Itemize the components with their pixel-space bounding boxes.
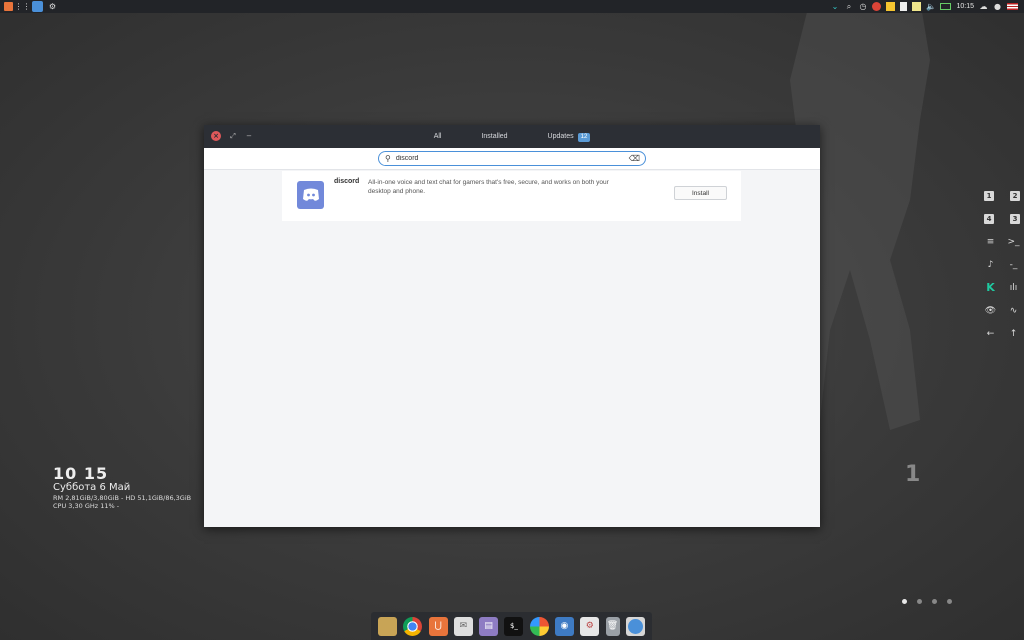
desktop-date: Суббота 6 Май	[53, 482, 131, 493]
workspace-4-icon[interactable]: 4	[984, 213, 994, 224]
tab-installed[interactable]: Installed	[461, 125, 527, 148]
top-panel: ⋮⋮ ⚙ ⌄ ⌕ ◷ 🔈 10:15 ☁ ●	[0, 0, 1024, 13]
clear-search-icon[interactable]: ⌫	[629, 154, 640, 163]
updates-badge: 12	[577, 133, 591, 142]
notes-icon[interactable]: ▤	[479, 616, 499, 636]
eye-icon[interactable]: 👁	[984, 304, 997, 317]
user-icon[interactable]: ●	[993, 2, 1002, 11]
desktop-clock: 10 15	[53, 464, 109, 483]
workspace-number: 1	[905, 462, 921, 487]
equalizer-icon[interactable]: ılı	[1007, 281, 1020, 294]
mail-icon[interactable]: ✉	[453, 616, 473, 636]
chrome-icon[interactable]	[403, 616, 423, 636]
workspace-dots	[902, 599, 952, 604]
arrow-left-icon[interactable]: ←	[984, 327, 997, 340]
terminal-icon[interactable]: >_	[1007, 235, 1020, 248]
workspace-dot[interactable]	[947, 599, 952, 604]
memory-stats: RM 2,81GiB/3,80GiB - HD 51,1GiB/86,3GiB	[53, 494, 192, 502]
note-icon[interactable]	[886, 2, 896, 11]
activity-icon[interactable]: ∿	[1007, 304, 1020, 317]
search-field[interactable]: ⚲ ⌫	[378, 151, 646, 166]
app-description: All-in-one voice and text chat for gamer…	[368, 179, 609, 195]
search-icon[interactable]: ⌕	[844, 2, 853, 11]
workspace-dot[interactable]	[902, 599, 907, 604]
paint-icon[interactable]	[912, 2, 922, 11]
history-icon[interactable]: ◷	[858, 2, 867, 11]
workspace-dot[interactable]	[917, 599, 922, 604]
tab-updates-label: Updates	[547, 133, 574, 140]
settings-toggle-icon[interactable]: ⚙	[580, 616, 600, 636]
top-clock[interactable]: 10:15	[956, 3, 974, 10]
workspace-2-icon[interactable]: 2	[1010, 190, 1020, 201]
terminal-icon[interactable]: $_	[504, 616, 524, 636]
browser-icon[interactable]	[32, 1, 43, 12]
workspace-dot[interactable]	[932, 599, 937, 604]
workspace-3-icon[interactable]: 3	[1010, 213, 1020, 224]
ubuntu-store-icon[interactable]: ⋃	[428, 616, 448, 636]
discord-app-icon	[297, 181, 324, 209]
install-button[interactable]: Install	[674, 186, 727, 200]
cloud-icon[interactable]: ☁	[979, 2, 988, 11]
menu-icon[interactable]: ≡	[984, 235, 997, 248]
browser-icon[interactable]	[625, 616, 645, 636]
search-input[interactable]	[395, 152, 616, 165]
console-icon[interactable]: -_	[1007, 258, 1020, 271]
us-flag-icon[interactable]	[1007, 3, 1018, 10]
workspace-1-icon[interactable]: 1	[984, 190, 994, 201]
tab-updates[interactable]: Updates 12	[528, 125, 611, 148]
files-icon[interactable]	[378, 616, 398, 636]
settings-icon[interactable]: ⚙	[48, 2, 57, 11]
arrow-up-icon[interactable]: ↑	[1007, 327, 1020, 340]
right-launcher-widget: 1 2 4 3 ≡ >_ ♪ -_ Kılı 👁 ∿ ← ↑	[984, 184, 1020, 345]
cpu-stats: CPU 3,30 GHz 11% -	[53, 502, 120, 510]
app-menu-icon[interactable]	[4, 2, 13, 11]
apps-grid-icon[interactable]: ⋮⋮	[15, 2, 31, 11]
titlebar: × ⤢ − All Installed Updates 12	[204, 125, 820, 148]
music-icon[interactable]: ♪	[984, 258, 997, 271]
search-bar: ⚲ ⌫	[204, 148, 820, 170]
volume-icon[interactable]: 🔈	[926, 2, 936, 11]
chevron-down-icon[interactable]: ⌄	[830, 2, 839, 11]
tab-all[interactable]: All	[414, 125, 462, 148]
kodi-icon[interactable]: K	[984, 281, 997, 294]
app-name: discord	[334, 178, 360, 185]
trash-icon[interactable]: 🗑	[605, 616, 620, 636]
software-center-window: × ⤢ − All Installed Updates12 ⚲ ⌫ discor…	[204, 125, 820, 527]
dock: ⋃ ✉ ▤ $_ ◉ ⚙ 🗑	[371, 612, 652, 640]
chrome-icon[interactable]	[872, 2, 882, 11]
view-tabs: All Installed Updates 12	[204, 125, 820, 148]
conky-widget: 10 15 Суббота 6 Май RM 2,81GiB/3,80GiB -…	[53, 464, 192, 511]
search-icon: ⚲	[385, 154, 391, 163]
app-result-card[interactable]: discord All-in-one voice and text chat f…	[282, 171, 741, 221]
camera-icon[interactable]: ◉	[554, 616, 574, 636]
photos-icon[interactable]	[529, 616, 549, 636]
battery-icon	[940, 3, 952, 10]
clipboard-icon[interactable]	[900, 2, 908, 11]
